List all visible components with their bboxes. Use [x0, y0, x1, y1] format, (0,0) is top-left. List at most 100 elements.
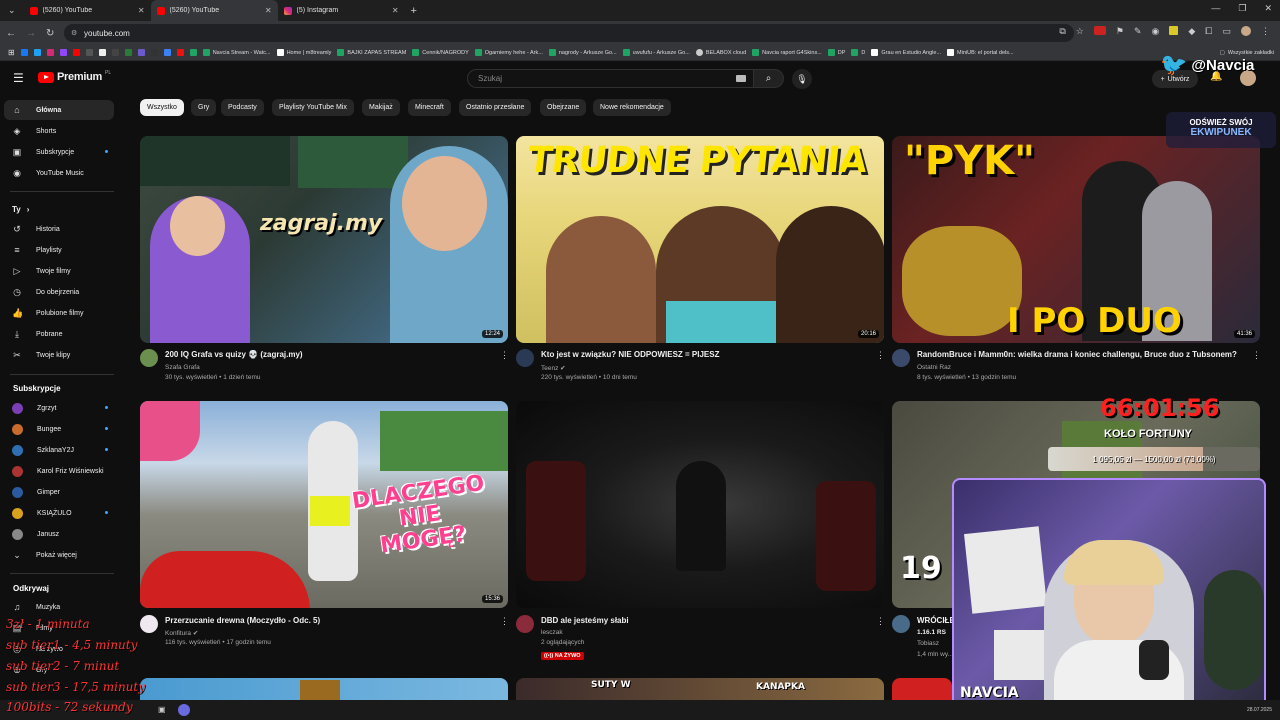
sidebar-icon[interactable]: ▭ [1222, 26, 1231, 37]
sidebar-sub-item[interactable]: Janusz [4, 524, 114, 544]
star-bookmark-icon[interactable]: ☆ [1076, 26, 1084, 37]
sidebar-sub-item[interactable]: Zgrzyt [4, 398, 114, 418]
taskbar-app-icon[interactable]: ▣ [158, 705, 166, 714]
video-title[interactable]: DBD ale jesteśmy słabi [541, 616, 629, 625]
forward-icon[interactable]: → [26, 28, 36, 39]
bookmark-item[interactable]: D [851, 49, 865, 56]
more-options-icon[interactable]: ⋮ [876, 350, 885, 361]
channel-avatar[interactable] [516, 615, 534, 633]
close-tab-icon[interactable]: ✕ [392, 6, 399, 15]
extensions-puzzle-icon[interactable]: ⧠ [1205, 26, 1212, 37]
extension-icon[interactable] [1093, 26, 1106, 35]
channel-avatar[interactable] [892, 349, 910, 367]
more-options-icon[interactable]: ⋮ [1252, 350, 1261, 361]
new-tab-icon[interactable]: + [411, 5, 417, 17]
chip-new-recommendations[interactable]: Nowe rekomendacje [593, 99, 671, 116]
bookmark-favicon-icon[interactable] [176, 49, 184, 56]
sidebar-item-shorts[interactable]: ◈ Shorts [4, 121, 114, 141]
sidebar-sub-item[interactable]: Karol Friz Wiśniewski [4, 461, 114, 481]
chip-all[interactable]: Wszystko [140, 99, 184, 116]
chip-games[interactable]: Gry [191, 99, 217, 116]
bookmark-favicon-icon[interactable] [85, 49, 93, 56]
video-thumbnail[interactable]: zagraj.my 12:24 [140, 136, 508, 343]
extension-icon[interactable]: ◆ [1188, 26, 1195, 37]
bookmark-favicon-icon[interactable] [137, 49, 145, 56]
extension-icon[interactable] [1169, 26, 1179, 35]
x-icon[interactable] [98, 49, 106, 56]
channel-name-row[interactable]: Konfitura ✔ [165, 629, 198, 637]
bookmark-item[interactable]: Home | m8treamly [276, 49, 331, 56]
install-app-icon[interactable]: ⧉ [1059, 26, 1065, 37]
channel-avatar[interactable] [140, 349, 158, 367]
sidebar-item-history[interactable]: ↺ Historia [4, 219, 114, 239]
bookmark-item[interactable]: Cennik/NAGRODY [412, 49, 469, 56]
search-input[interactable]: Szukaj [467, 69, 754, 88]
profile-avatar[interactable] [1241, 26, 1251, 36]
more-options-icon[interactable]: ⋮ [876, 616, 885, 627]
bookmark-item[interactable]: Grau en Estudio Angle... [871, 49, 941, 56]
sidebar-item-home[interactable]: ⌂ Główna [4, 100, 114, 120]
extension-icon[interactable]: ✎ [1134, 26, 1142, 37]
sidebar-item-liked-videos[interactable]: 👍 Polubione filmy [4, 303, 114, 323]
browser-menu-icon[interactable]: ⋮ [1261, 26, 1270, 37]
sidebar-sub-item[interactable]: SzklanaY2J [4, 440, 114, 460]
search-button[interactable]: ⌕ [754, 69, 784, 88]
sidebar-item-playlists[interactable]: ≡ Playlisty [4, 240, 114, 260]
channel-avatar[interactable] [892, 615, 910, 633]
sidebar-you-heading[interactable]: Ty › [4, 199, 114, 219]
channel-avatar[interactable] [516, 349, 534, 367]
bookmark-item[interactable]: BAJKI ZAPAS STREAM [337, 49, 406, 56]
bookmark-item[interactable]: nagrody - Arkusze Go... [548, 49, 617, 56]
bookmark-item[interactable]: Navcia Stream - Watc... [202, 49, 271, 56]
tab-search-icon[interactable]: ⌄ [8, 5, 16, 16]
bookmark-item[interactable]: DP [827, 49, 845, 56]
video-title[interactable]: Przerzucanie drewna (Moczydło - Odc. 5) [165, 616, 320, 625]
bookmark-item[interactable]: BELABOX cloud [695, 49, 746, 56]
sidebar-item-clips[interactable]: ✂ Twoje klipy [4, 345, 114, 365]
taskbar-app-icon[interactable] [178, 704, 190, 716]
youtube-icon[interactable] [72, 49, 80, 56]
more-options-icon[interactable]: ⋮ [500, 350, 509, 361]
browser-tab-1[interactable]: (5260) YouTube ✕ [24, 0, 151, 21]
back-icon[interactable]: ← [6, 28, 16, 39]
bookmark-favicon-icon[interactable] [33, 49, 41, 56]
sidebar-item-youtube-music[interactable]: ◉ YouTube Music [4, 163, 114, 183]
minimize-icon[interactable]: — [1211, 3, 1220, 14]
browser-tab-2[interactable]: (5260) YouTube ✕ [150, 0, 278, 21]
chip-watched[interactable]: Obejrzane [540, 99, 587, 116]
channel-name[interactable]: Ostatni Raz [917, 364, 951, 371]
video-title[interactable]: Kto jest w związku? NIE ODPOWIESZ = PIJE… [541, 350, 719, 359]
sidebar-item-downloads[interactable]: ⤓ Pobrane [4, 324, 114, 344]
channel-name[interactable]: Szafa Grafa [165, 364, 200, 371]
video-title[interactable]: 200 IQ Grafa vs quizy 💀 (zagraj.my) [165, 350, 303, 359]
site-info-icon[interactable]: ⚙ [71, 29, 77, 37]
sidebar-sub-item[interactable]: KSIĄŻULO [4, 503, 114, 523]
sidebar-item-music[interactable]: ♫ Muzyka [4, 597, 114, 617]
chip-makeup[interactable]: Makijaż [362, 99, 400, 116]
channel-name-row[interactable]: Teenz ✔ [541, 364, 566, 372]
chip-recently-uploaded[interactable]: Ostatnio przesłane [459, 99, 532, 116]
bookmark-item[interactable]: Navcia raport G4Skins... [752, 49, 822, 56]
tiktok-icon[interactable] [111, 49, 119, 56]
maximize-icon[interactable]: ❐ [1238, 3, 1246, 14]
close-tab-icon[interactable]: ✕ [265, 6, 272, 15]
chip-minecraft[interactable]: Minecraft [408, 99, 451, 116]
sidebar-item-your-videos[interactable]: ▷ Twoje filmy [4, 261, 114, 281]
browser-tab-3[interactable]: (5) Instagram ✕ [278, 0, 405, 21]
bookmark-item[interactable]: Ogarniemy hehe - Ark... [474, 49, 543, 56]
video-thumbnail[interactable]: DLACZEGO NIE MOGĘ? 15:36 [140, 401, 508, 608]
facebook-icon[interactable] [20, 49, 28, 56]
sidebar-sub-item[interactable]: Gimper [4, 482, 114, 502]
close-tab-icon[interactable]: ✕ [138, 6, 145, 15]
chip-mix-playlists[interactable]: Playlisty YouTube Mix [272, 99, 354, 116]
bookmark-favicon-icon[interactable] [124, 49, 132, 56]
channel-name[interactable]: Tobiasz [917, 640, 939, 647]
sidebar-item-watch-later[interactable]: ◷ Do obejrzenia [4, 282, 114, 302]
keyboard-icon[interactable] [736, 75, 746, 82]
extension-icon[interactable]: ◉ [1152, 26, 1160, 37]
more-options-icon[interactable]: ⋮ [500, 616, 509, 627]
video-thumbnail[interactable] [516, 401, 884, 608]
youtube-premium-logo[interactable]: Premium PL [38, 70, 111, 83]
sidebar-item-subscriptions[interactable]: ▣ Subskrypcje [4, 142, 114, 162]
bookmark-favicon-icon[interactable] [163, 49, 171, 56]
